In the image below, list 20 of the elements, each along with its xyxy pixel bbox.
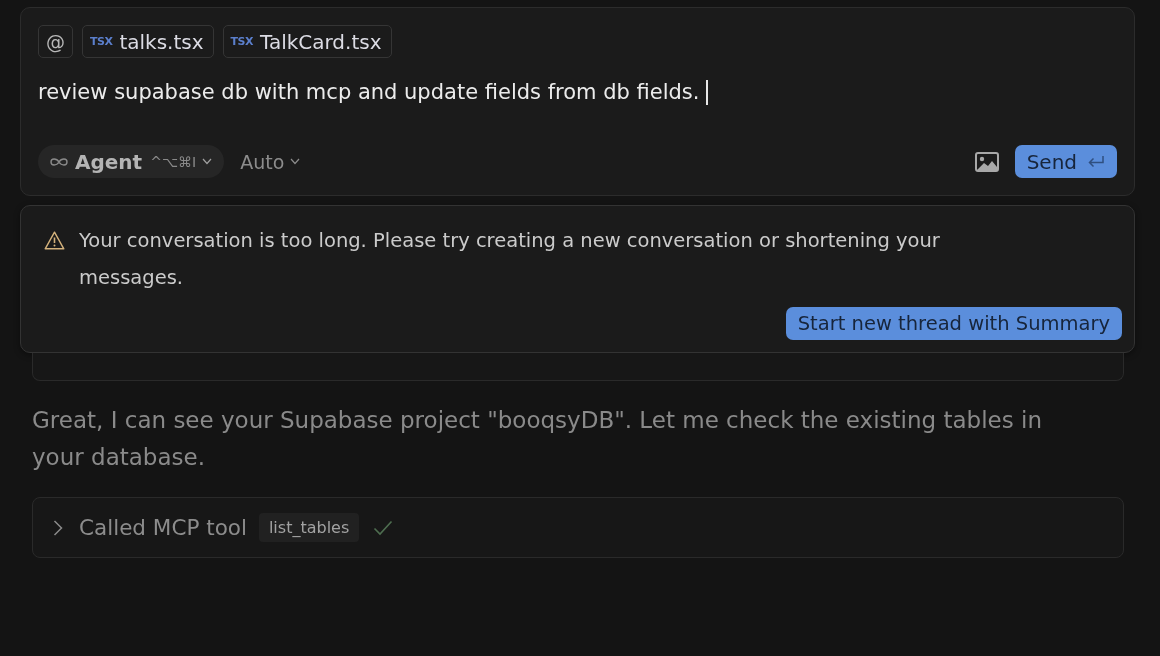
- file-chip[interactable]: TSX talks.tsx: [82, 25, 214, 58]
- text-cursor-icon: [706, 79, 709, 105]
- error-message: Your conversation is too long. Please try creating a new conversation or shortening your messages.: [79, 228, 941, 291]
- chevron-icon[interactable]: [53, 519, 63, 536]
- return-icon: [1087, 154, 1105, 169]
- chevron-down-icon: [202, 158, 213, 165]
- mention-button[interactable]: @: [38, 25, 73, 58]
- new-thread-button[interactable]: Start new thread with Summary: [785, 307, 1122, 340]
- infinity-icon: [49, 156, 69, 167]
- model-dropdown[interactable]: Auto: [234, 150, 307, 173]
- message-input[interactable]: review supabase db with mcp and update fields from db fields.: [38, 78, 1117, 106]
- image-icon[interactable]: [974, 151, 999, 172]
- mode-dropdown[interactable]: Agent ^⌥⌘I: [38, 145, 225, 178]
- file-chip[interactable]: TSX TalkCard.tsx: [222, 25, 392, 58]
- tool-call-label: Called MCP tool: [79, 515, 247, 540]
- warning-icon: [44, 231, 65, 250]
- tool-name: list_tables: [258, 513, 360, 542]
- assistant-message: Great, I can see your Supabase project "booqsyDB". Let me check the existing tables in your database.: [32, 406, 1043, 472]
- chevron-down-icon: [290, 158, 301, 165]
- send-button[interactable]: Send: [1014, 145, 1117, 178]
